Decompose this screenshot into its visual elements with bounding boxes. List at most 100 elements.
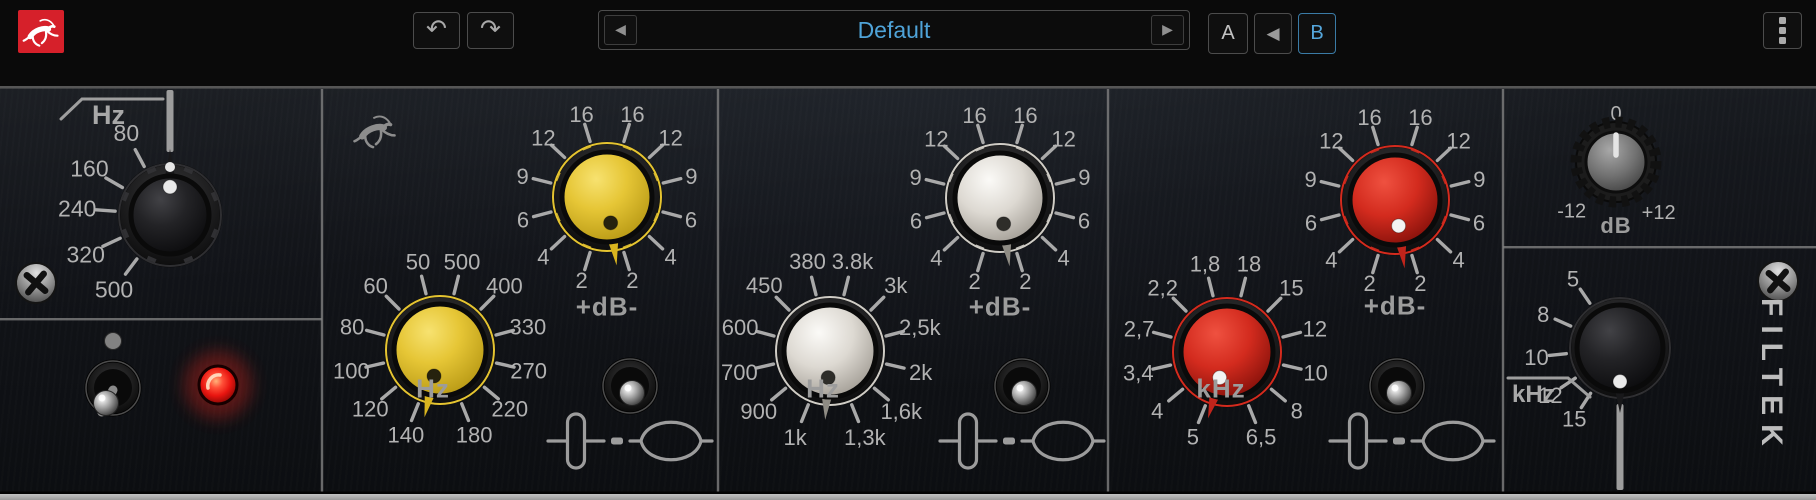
knob-tick — [1451, 215, 1468, 220]
knob-tick-label: 12 — [1051, 127, 1075, 152]
knob-tick-label: 6 — [1473, 211, 1485, 236]
compare-b-button[interactable]: B — [1298, 13, 1336, 54]
knob-tick — [367, 330, 384, 335]
knob-tick-label: 4 — [537, 244, 549, 269]
titlebar: ↶ ↷ ◀ Default ▶ A ◀ B — [0, 0, 1816, 86]
lf-q-toggle-switch[interactable] — [603, 359, 657, 413]
chevron-right-icon: ▶ — [1162, 21, 1173, 38]
knob-tick-label: 320 — [67, 241, 105, 267]
lf-gain-label: +dB- — [576, 292, 639, 323]
hf-gain-knob[interactable]: 1612964216129642 — [1304, 105, 1485, 296]
knob-tick-label: 220 — [491, 396, 528, 421]
output-gain-knob[interactable]: 0-12+12 — [1557, 103, 1675, 224]
filtek-plugin-window: ↶ ↷ ◀ Default ▶ A ◀ B — [0, 0, 1816, 500]
knob-tick-label: 4 — [930, 245, 942, 270]
knob-tick — [624, 252, 629, 269]
q-width-icons — [940, 414, 1104, 468]
redo-button[interactable]: ↷ — [467, 12, 514, 49]
knob-tick-label: 1,8 — [1190, 252, 1221, 277]
knob-tick-label: 12 — [1303, 316, 1327, 341]
knob-tick — [802, 405, 809, 422]
knob-tick-label: 18 — [1237, 252, 1261, 277]
mid-freq-knob[interactable]: 3804506007009001k3.8k3k2,5k2k1,6k1,3k — [721, 249, 942, 450]
knob-tick-label: 500 — [444, 250, 481, 275]
toggle-indicator-dot — [105, 333, 122, 350]
panel-screw — [8, 255, 64, 311]
knob-tick — [585, 252, 590, 269]
q-width-icons — [548, 414, 712, 468]
knob-tick-label: 15 — [1279, 276, 1303, 301]
knob-tick — [412, 404, 419, 421]
knob-tick-label: 6 — [685, 208, 697, 233]
knob-tick-label: 3,4 — [1123, 360, 1154, 385]
knob-tick-label: 700 — [721, 360, 758, 385]
knob-tick — [1209, 278, 1213, 295]
lf-gain-knob[interactable]: 1612964216129642 — [516, 102, 697, 293]
knob-position-dot — [997, 217, 1011, 231]
hf-gain-label: +dB- — [1364, 291, 1427, 322]
knob-tick — [1017, 125, 1022, 142]
knob-tick-label: 120 — [352, 396, 389, 421]
knob-position-dot — [163, 180, 177, 194]
knob-tick — [125, 259, 136, 274]
hf-q-toggle-switch[interactable] — [1370, 359, 1424, 413]
knob-tick — [1373, 127, 1378, 144]
knob-tick — [887, 364, 905, 368]
knob-tick-label: 400 — [486, 274, 523, 299]
section-divider — [1502, 89, 1504, 493]
hf-freq-knob[interactable]: 1,82,22,73,4451815121086,5 — [1123, 252, 1328, 450]
knob-tick-label: 4 — [1151, 398, 1163, 423]
knob-tick-label: 6 — [1305, 211, 1317, 236]
knob-tick-label: 2 — [626, 268, 638, 293]
undo-button[interactable]: ↶ — [413, 12, 460, 49]
hpf-freq-knob[interactable]: 80160240320500 — [58, 120, 221, 302]
mid-gain-knob[interactable]: 1612964216129642 — [909, 103, 1090, 294]
knob-tick-label: 9 — [516, 164, 528, 189]
knob-tick-label: 12 — [658, 126, 682, 151]
knob-tick — [852, 405, 859, 422]
knob-tick-label: 9 — [1473, 167, 1485, 192]
kebab-menu-button[interactable] — [1763, 12, 1802, 49]
knob-tick-label: 160 — [70, 156, 108, 182]
knob-tick — [978, 253, 983, 270]
lpf-marker-line — [1617, 404, 1624, 490]
power-led — [184, 351, 252, 419]
knob-tick — [1580, 289, 1590, 303]
knob-tick — [1339, 240, 1352, 252]
knob-tick-label: 8 — [1537, 302, 1549, 327]
knob-tick-label: 9 — [1078, 165, 1090, 190]
window-bottom-strip — [0, 494, 1816, 500]
knob-tick-label: 6 — [910, 209, 922, 234]
knob-tick — [1153, 365, 1171, 369]
knob-tick-label: 16 — [1357, 105, 1381, 130]
knob-tick-label: 9 — [909, 165, 921, 190]
knob-tick — [1373, 255, 1378, 272]
preset-selector: ◀ Default ▶ — [598, 10, 1190, 50]
knob-tick — [1437, 240, 1450, 252]
knob-tick-label: 16 — [1408, 105, 1432, 130]
knob-tick-label: 12 — [531, 126, 555, 151]
knob-tick-label: 900 — [740, 399, 777, 424]
knob-tick — [1555, 319, 1571, 326]
lpf-title-label: kHz — [1512, 381, 1555, 409]
lf-freq-knob[interactable]: 506080100120140500400330270220180 — [333, 250, 547, 448]
compare-a-button[interactable]: A — [1208, 13, 1248, 54]
knob-tick-label: 9 — [1304, 167, 1316, 192]
knob-tick-label: 450 — [746, 273, 783, 298]
knob-tick — [649, 237, 662, 249]
compare-copy-button[interactable]: ◀ — [1254, 13, 1292, 54]
lpf-section-title: kHz — [1504, 374, 1596, 420]
knob-tick — [1241, 278, 1245, 295]
hpf-toggle-switch[interactable] — [86, 361, 140, 416]
knob-tick-label: 1,3k — [844, 425, 887, 450]
preset-display[interactable]: Default — [599, 11, 1189, 49]
knob-tick — [1321, 182, 1338, 186]
knob-tick — [135, 150, 144, 167]
knob-tick-label: 16 — [620, 102, 644, 127]
mid-q-toggle-switch[interactable] — [995, 359, 1049, 413]
knob-tick — [812, 277, 816, 294]
knob-tick-label: 5 — [1187, 424, 1199, 449]
antelope-icon — [22, 14, 60, 50]
preset-next-button[interactable]: ▶ — [1151, 15, 1184, 45]
knob-tick-label: 12 — [924, 127, 948, 152]
